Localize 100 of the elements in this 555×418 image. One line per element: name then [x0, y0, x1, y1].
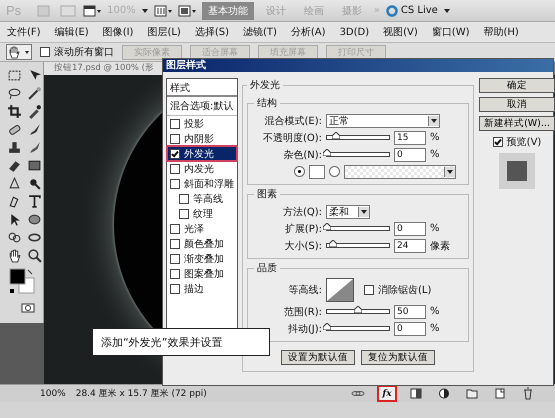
- value-field[interactable]: 24: [394, 238, 426, 252]
- style-item[interactable]: 描边: [167, 281, 237, 296]
- slider-thumb[interactable]: [354, 306, 362, 313]
- style-item[interactable]: 等高线: [167, 191, 237, 206]
- style-item[interactable]: 光泽: [167, 221, 237, 236]
- default-button[interactable]: 复位为默认值: [361, 350, 435, 365]
- style-item[interactable]: 纹理: [167, 206, 237, 221]
- style-preview: [499, 153, 535, 189]
- slider-track[interactable]: [326, 243, 390, 248]
- contour-picker[interactable]: [326, 278, 354, 302]
- field-label: 杂色(N):: [282, 148, 322, 162]
- menu-item[interactable]: 选择(S): [188, 25, 236, 39]
- unit-label: %: [430, 149, 440, 160]
- value-field[interactable]: 0: [394, 222, 426, 236]
- dialog-button[interactable]: 新建样式(W)...: [479, 116, 555, 131]
- gradient-picker[interactable]: [344, 164, 456, 178]
- view-extras-icon[interactable]: [83, 4, 102, 16]
- arrange-icon[interactable]: [154, 4, 172, 16]
- blend-mode-dropdown[interactable]: 正常: [326, 114, 440, 128]
- slider-thumb[interactable]: [323, 223, 331, 230]
- workspace-tab[interactable]: 基本功能: [202, 2, 254, 20]
- checkbox[interactable]: [170, 164, 180, 174]
- slider-track[interactable]: [326, 309, 390, 314]
- slider-thumb[interactable]: [323, 149, 331, 156]
- document-size: 28.4 厘米 x 15.7 厘米 (72 ppi): [76, 388, 207, 400]
- style-item[interactable]: 投影: [167, 116, 237, 131]
- dodge-tool-icon[interactable]: [27, 176, 42, 191]
- technique-dropdown[interactable]: 柔和: [326, 204, 370, 218]
- value-field[interactable]: 0: [394, 148, 426, 162]
- style-item[interactable]: 斜面和浮雕: [167, 176, 237, 191]
- blending-options-item[interactable]: 混合选项:默认: [167, 97, 237, 116]
- cs-live-icon: [386, 4, 398, 16]
- type-tool-icon[interactable]: [27, 194, 42, 209]
- slider-thumb[interactable]: [332, 132, 340, 139]
- field-label: 不透明度(O):: [262, 132, 322, 144]
- zoom-tool-icon[interactable]: [27, 248, 42, 263]
- value-field[interactable]: 15: [394, 130, 426, 144]
- slider-track[interactable]: [326, 152, 390, 157]
- menu-item[interactable]: 帮助(H): [476, 25, 526, 39]
- color-swatches-icon[interactable]: [9, 268, 35, 296]
- style-item[interactable]: 内阴影: [167, 131, 237, 146]
- lasso-tool-icon[interactable]: [7, 86, 22, 101]
- checkbox[interactable]: [170, 224, 180, 234]
- style-item[interactable]: 内发光: [167, 161, 237, 176]
- preview-checkbox[interactable]: 预览(V): [492, 135, 542, 149]
- screen-mode-icon[interactable]: [178, 4, 196, 16]
- menu-item[interactable]: 3D(D): [332, 26, 376, 38]
- style-item[interactable]: 渐变叠加: [167, 251, 237, 266]
- style-item[interactable]: 外发光: [167, 146, 237, 161]
- checkbox[interactable]: [170, 284, 180, 294]
- menu-item[interactable]: 分析(A): [284, 25, 333, 39]
- slider-thumb[interactable]: [329, 240, 338, 247]
- hand-tool-icon[interactable]: [7, 248, 22, 263]
- anti-aliased-checkbox[interactable]: 消除锯齿(L): [364, 283, 432, 297]
- stamp-tool-icon[interactable]: [7, 140, 22, 155]
- style-item[interactable]: 颜色叠加: [167, 236, 237, 251]
- cs-live-menu[interactable]: CS Live: [386, 4, 438, 16]
- menu-item[interactable]: 文件(F): [0, 25, 48, 39]
- menu-item[interactable]: 滤镜(T): [236, 25, 284, 39]
- checkbox[interactable]: [179, 208, 189, 218]
- gradient-tool-icon[interactable]: [27, 158, 42, 173]
- value-field[interactable]: 50: [394, 304, 426, 318]
- menu-item[interactable]: 视图(V): [376, 25, 425, 39]
- shape-tool-icon[interactable]: [27, 212, 42, 227]
- wand-tool-icon[interactable]: [27, 86, 42, 101]
- scroll-all-windows-checkbox[interactable]: 滚动所有窗口: [40, 45, 114, 59]
- default-button[interactable]: 设置为默认值: [281, 350, 355, 365]
- dialog-button[interactable]: 确定: [479, 78, 555, 93]
- fx-button[interactable]: fx: [377, 385, 397, 402]
- slider-thumb[interactable]: [323, 323, 331, 330]
- eyedropper-tool-icon[interactable]: [27, 104, 42, 119]
- color-swatch[interactable]: [309, 164, 325, 178]
- value-field[interactable]: 0: [394, 322, 426, 336]
- checkbox[interactable]: [170, 148, 180, 158]
- caret-icon: [447, 170, 453, 174]
- checkbox[interactable]: [170, 178, 180, 188]
- style-item[interactable]: 图案叠加: [167, 266, 237, 281]
- checkbox[interactable]: [170, 238, 180, 248]
- checkbox[interactable]: [179, 194, 189, 204]
- quick-mask-icon[interactable]: [21, 303, 35, 313]
- menu-item[interactable]: 窗口(W): [424, 25, 476, 39]
- menu-item[interactable]: 图像(I): [96, 25, 140, 39]
- document-tab[interactable]: 按钮17.psd @ 100% (形: [44, 62, 164, 75]
- radio-button[interactable]: [329, 166, 340, 177]
- marquee-tool-icon[interactable]: [7, 68, 22, 83]
- slider-track[interactable]: [326, 226, 390, 231]
- checkbox[interactable]: [170, 254, 180, 264]
- radio-button[interactable]: [294, 166, 305, 177]
- menu-item[interactable]: 图层(L): [140, 25, 188, 39]
- dialog-button[interactable]: 取消: [479, 97, 555, 112]
- slider-track[interactable]: [326, 135, 390, 140]
- group-title: 外发光: [249, 78, 281, 92]
- menu-item[interactable]: 编辑(E): [48, 25, 96, 39]
- hand-tool-preset-icon[interactable]: [6, 44, 32, 60]
- crop-tool-icon[interactable]: [7, 104, 22, 119]
- field-label: 扩展(P):: [284, 222, 322, 236]
- checkbox[interactable]: [170, 134, 180, 144]
- checkbox[interactable]: [170, 268, 180, 278]
- checkbox[interactable]: [170, 118, 180, 128]
- slider-track[interactable]: [326, 326, 390, 331]
